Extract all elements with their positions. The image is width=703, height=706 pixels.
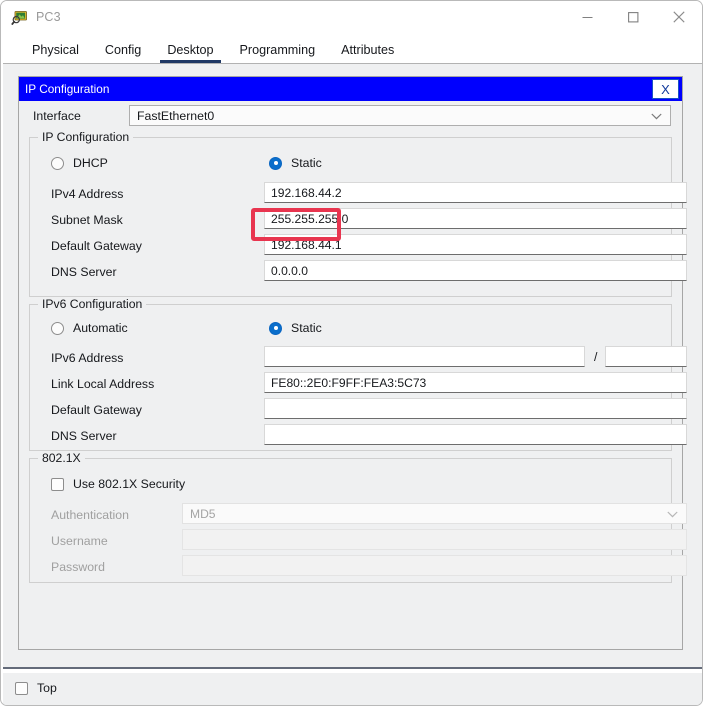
ipv6-dns-server-label: DNS Server: [51, 429, 117, 443]
tab-desktop[interactable]: Desktop: [154, 43, 226, 63]
authentication-label: Authentication: [51, 508, 129, 522]
ipv6-address-input[interactable]: [264, 346, 585, 367]
ipv4-dhcp-radio[interactable]: DHCP: [51, 156, 108, 170]
ipv4-address-input[interactable]: 192.168.44.2: [264, 182, 687, 203]
link-local-address-row: Link Local Address FE80::2E0:F9FF:FEA3:5…: [30, 372, 673, 398]
dot1x-group: 802.1X Use 802.1X Security Authenticatio…: [29, 458, 672, 583]
pc3-window: PC3 Physical Config Desktop: [0, 0, 703, 706]
tab-programming[interactable]: Programming: [227, 43, 329, 63]
subnet-mask-label: Subnet Mask: [51, 213, 123, 227]
window-titlebar: PC3: [1, 1, 702, 33]
authentication-value: MD5: [190, 507, 216, 521]
ipv4-static-label: Static: [291, 156, 322, 170]
link-local-address-label: Link Local Address: [51, 377, 154, 391]
ipv6-mode-row: Automatic Static: [30, 317, 673, 343]
close-button[interactable]: [656, 2, 702, 33]
ip-configuration-body: Interface FastEthernet0 IP Configuration: [19, 101, 682, 649]
ipv4-address-label: IPv4 Address: [51, 187, 123, 201]
ipv6-static-label: Static: [291, 321, 322, 335]
ipv4-dns-server-row: DNS Server 0.0.0.0: [30, 260, 673, 286]
tab-attributes[interactable]: Attributes: [328, 43, 407, 63]
interface-label: Interface: [33, 109, 81, 123]
ipv4-default-gateway-value: 192.168.44.1: [271, 238, 342, 252]
ipv6-default-gateway-input[interactable]: [264, 398, 687, 419]
device-tabs: Physical Config Desktop Programming Attr…: [2, 34, 702, 63]
ipv4-group-title: IP Configuration: [38, 130, 133, 144]
ipv4-dhcp-label: DHCP: [73, 156, 108, 170]
bottom-bar: Top: [3, 673, 702, 705]
ipv6-automatic-radio[interactable]: Automatic: [51, 321, 128, 335]
ipv4-dns-server-input[interactable]: 0.0.0.0: [264, 260, 687, 281]
interface-row: Interface FastEthernet0: [19, 105, 682, 129]
ipv6-static-radio[interactable]: Static: [269, 321, 322, 335]
ipv6-automatic-label: Automatic: [73, 321, 128, 335]
ipv4-address-value: 192.168.44.2: [271, 186, 342, 200]
interface-select[interactable]: FastEthernet0: [129, 105, 671, 126]
window-controls: [564, 2, 702, 33]
ipv6-dns-server-row: DNS Server: [30, 424, 673, 450]
ipv4-mode-row: DHCP Static: [30, 152, 673, 178]
radio-circle-icon: [51, 157, 64, 170]
username-input[interactable]: [182, 529, 687, 550]
chevron-down-icon: [667, 505, 678, 523]
use-dot1x-security-label: Use 802.1X Security: [73, 477, 185, 491]
interface-value: FastEthernet0: [137, 109, 214, 123]
ip-configuration-titlebar: IP Configuration X: [19, 77, 682, 101]
ipv6-default-gateway-row: Default Gateway: [30, 398, 673, 424]
ipv4-configuration-group: IP Configuration DHCP Static: [29, 137, 672, 297]
ipv6-default-gateway-label: Default Gateway: [51, 403, 142, 417]
ip-configuration-window: IP Configuration X Interface FastEtherne…: [18, 76, 683, 650]
window-title: PC3: [36, 10, 61, 24]
ip-configuration-close-button[interactable]: X: [652, 79, 679, 99]
radio-selected-icon: [269, 157, 282, 170]
checkbox-icon: [51, 478, 64, 491]
authentication-row: Authentication MD5: [30, 503, 673, 529]
authentication-select[interactable]: MD5: [182, 503, 687, 524]
ipv6-dns-server-input[interactable]: [264, 424, 687, 445]
minimize-icon: [582, 12, 593, 23]
ipv6-configuration-group: IPv6 Configuration Automatic Static: [29, 304, 672, 451]
dot1x-group-title: 802.1X: [38, 451, 85, 465]
subnet-mask-value: 255.255.255.0: [271, 212, 348, 226]
link-local-address-value: FE80::2E0:F9FF:FEA3:5C73: [271, 376, 426, 390]
ipv4-default-gateway-row: Default Gateway 192.168.44.1: [30, 234, 673, 260]
maximize-button[interactable]: [610, 2, 656, 33]
tab-physical[interactable]: Physical: [19, 43, 92, 63]
radio-circle-icon: [51, 322, 64, 335]
maximize-icon: [628, 12, 639, 23]
ipv4-static-radio[interactable]: Static: [269, 156, 322, 170]
ip-configuration-title: IP Configuration: [25, 82, 109, 96]
packet-tracer-pc-icon: [11, 9, 28, 26]
ipv4-dns-server-value: 0.0.0.0: [271, 264, 308, 278]
username-label: Username: [51, 534, 108, 548]
tab-config[interactable]: Config: [92, 43, 154, 63]
subnet-mask-input[interactable]: 255.255.255.0: [264, 208, 687, 229]
link-local-address-input[interactable]: FE80::2E0:F9FF:FEA3:5C73: [264, 372, 687, 393]
ipv4-default-gateway-label: Default Gateway: [51, 239, 142, 253]
close-icon: [673, 11, 685, 23]
ipv4-address-row: IPv4 Address 192.168.44.2: [30, 182, 673, 208]
top-checkbox[interactable]: Top: [15, 681, 57, 695]
ipv6-address-row: IPv6 Address /: [30, 346, 673, 372]
ipv4-default-gateway-input[interactable]: 192.168.44.1: [264, 234, 687, 255]
ipv6-prefix-separator: /: [594, 350, 597, 364]
minimize-button[interactable]: [564, 2, 610, 33]
ipv6-group-title: IPv6 Configuration: [38, 297, 146, 311]
use-dot1x-security-checkbox[interactable]: Use 802.1X Security: [51, 477, 185, 491]
radio-selected-icon: [269, 322, 282, 335]
ipv4-dns-server-label: DNS Server: [51, 265, 117, 279]
desktop-panel: IP Configuration X Interface FastEtherne…: [3, 63, 702, 669]
top-checkbox-label: Top: [37, 681, 57, 695]
dot1x-security-row: Use 802.1X Security: [30, 473, 673, 499]
password-label: Password: [51, 560, 105, 574]
chevron-down-icon: [651, 107, 662, 125]
ipv6-address-label: IPv6 Address: [51, 351, 123, 365]
dot1x-password-row: Password: [30, 555, 673, 581]
dot1x-username-row: Username: [30, 529, 673, 555]
checkbox-icon: [15, 682, 28, 695]
password-input[interactable]: [182, 555, 687, 576]
subnet-mask-row: Subnet Mask 255.255.255.0: [30, 208, 673, 234]
ipv6-prefix-length-input[interactable]: [605, 346, 687, 367]
